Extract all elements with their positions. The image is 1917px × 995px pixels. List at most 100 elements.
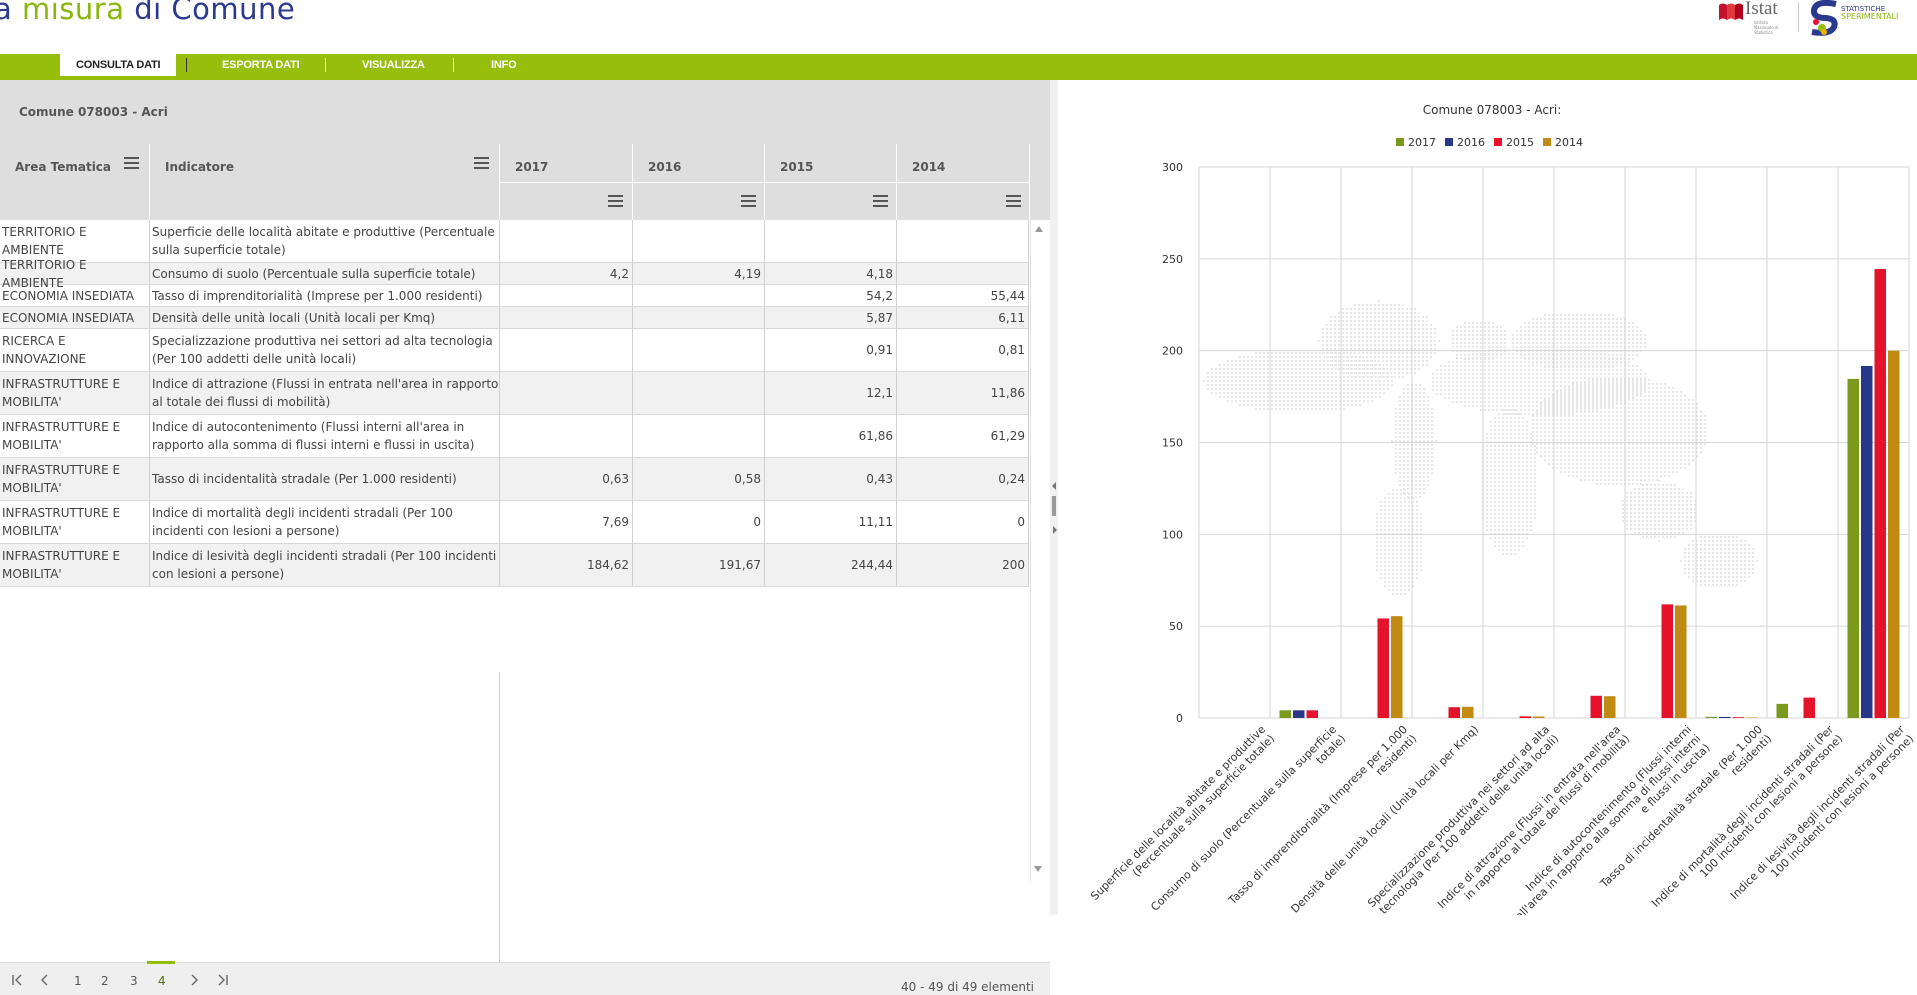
map-dot [1728, 584, 1730, 586]
hamburger-menu-icon[interactable] [124, 157, 139, 169]
hamburger-menu-icon[interactable] [741, 195, 756, 207]
column-header-2014[interactable]: 2014 [897, 144, 1030, 220]
scroll-up-icon[interactable] [1035, 226, 1043, 232]
table-row[interactable]: INFRASTRUTTURE E MOBILITA'Indice di auto… [0, 415, 1029, 458]
map-dot [1608, 383, 1610, 385]
map-dot [1376, 557, 1378, 559]
nav-visualizza[interactable]: VISUALIZZA [362, 54, 425, 76]
first-page-icon[interactable] [10, 973, 24, 987]
legend-label: 2016 [1457, 136, 1485, 149]
legend-item-2015[interactable]: 2015 [1494, 136, 1534, 149]
map-dot [1420, 513, 1422, 515]
page-link[interactable]: 2 [101, 974, 109, 988]
table-row[interactable]: INFRASTRUTTURE E MOBILITA'Indice di attr… [0, 372, 1029, 415]
hamburger-menu-icon[interactable] [873, 195, 888, 207]
map-dot [1652, 479, 1654, 481]
map-dot [1640, 471, 1642, 473]
column-header-area[interactable]: Area Tematica [0, 144, 150, 220]
vertical-scrollbar[interactable] [1030, 220, 1048, 882]
map-dot [1652, 443, 1654, 445]
istat-logo[interactable]: Istat Istituto Nazionale di Statistica [1718, 0, 1778, 36]
nav-consulta-dati[interactable]: CONSULTA DATI [60, 54, 176, 76]
map-dot [1490, 429, 1492, 431]
page-link-active[interactable]: 4 [158, 974, 166, 988]
next-page-icon[interactable] [187, 973, 201, 987]
legend-item-2016[interactable]: 2016 [1445, 136, 1485, 149]
hamburger-menu-icon[interactable] [474, 157, 489, 169]
column-header-indicator[interactable]: Indicatore [150, 144, 500, 220]
map-dot [1656, 419, 1658, 421]
map-dot [1319, 360, 1321, 362]
map-dot [1251, 372, 1253, 374]
table-row[interactable]: INFRASTRUTTURE E MOBILITA'Indice di mort… [0, 501, 1029, 544]
last-page-icon[interactable] [216, 973, 230, 987]
map-dot [1496, 342, 1498, 344]
splitter-grip[interactable] [1052, 496, 1056, 516]
hamburger-menu-icon[interactable] [1006, 195, 1021, 207]
statistiche-sperimentali-logo[interactable]: STATISTICHE SPERIMENTALI [1808, 0, 1917, 36]
map-dot [1415, 416, 1417, 418]
map-dot [1628, 322, 1630, 324]
map-dot [1536, 415, 1538, 417]
nav-info[interactable]: INFO [491, 54, 516, 76]
map-dot [1502, 433, 1504, 435]
map-dot [1604, 354, 1606, 356]
map-dot [1580, 387, 1582, 389]
map-dot [1664, 475, 1666, 477]
table-row[interactable]: INFRASTRUTTURE E MOBILITA'Tasso di incid… [0, 458, 1029, 501]
table-row[interactable]: ECONOMIA INSEDIATADensità delle unità lo… [0, 307, 1029, 329]
map-dot [1380, 513, 1382, 515]
prev-page-icon[interactable] [38, 973, 52, 987]
table-row[interactable]: ECONOMIA INSEDIATATasso di imprenditoria… [0, 285, 1029, 307]
map-dot [1612, 479, 1614, 481]
map-dot [1556, 439, 1558, 441]
map-dot [1338, 324, 1340, 326]
map-dot [1476, 385, 1478, 387]
map-dot [1518, 485, 1520, 487]
column-header-2017[interactable]: 2017 [500, 144, 633, 220]
map-dot [1490, 465, 1492, 467]
map-dot [1358, 360, 1360, 362]
table-row[interactable]: RICERCA E INNOVAZIONESpecializzazione pr… [0, 329, 1029, 372]
map-dot [1408, 493, 1410, 495]
scroll-down-icon[interactable] [1034, 866, 1042, 872]
panel-splitter[interactable] [1050, 80, 1058, 915]
map-dot [1468, 365, 1470, 367]
map-dot [1346, 324, 1348, 326]
brand-logo[interactable]: a misura di Comune [0, 0, 295, 26]
map-dot [1392, 505, 1394, 507]
map-dot [1395, 408, 1397, 410]
legend-item-2014[interactable]: 2014 [1543, 136, 1583, 149]
map-dot [1524, 365, 1526, 367]
table-row[interactable]: TERRITORIO E AMBIENTEConsumo di suolo (P… [0, 263, 1029, 285]
map-dot [1255, 380, 1257, 382]
map-dot [1510, 453, 1512, 455]
nav-esporta-dati[interactable]: ESPORTA DATI [222, 54, 299, 76]
collapse-left-icon[interactable] [1052, 482, 1056, 490]
map-dot [1678, 512, 1680, 514]
collapse-right-icon[interactable] [1053, 526, 1057, 534]
table-row[interactable]: TERRITORIO E AMBIENTESuperficie delle lo… [0, 220, 1029, 263]
map-dot [1464, 342, 1466, 344]
map-dot [1392, 557, 1394, 559]
map-dot [1572, 413, 1574, 415]
map-dot [1510, 485, 1512, 487]
map-dot [1488, 346, 1490, 348]
legend-item-2017[interactable]: 2017 [1396, 136, 1436, 149]
map-dot [1514, 449, 1516, 451]
column-header-2016[interactable]: 2016 [633, 144, 765, 220]
map-dot [1666, 528, 1668, 530]
map-dot [1334, 340, 1336, 342]
map-dot [1528, 346, 1530, 348]
hamburger-menu-icon[interactable] [608, 195, 623, 207]
map-dot [1720, 548, 1722, 550]
map-dot [1720, 580, 1722, 582]
page-link[interactable]: 3 [130, 974, 138, 988]
table-row[interactable]: INFRASTRUTTURE E MOBILITA'Indice di lesi… [0, 544, 1029, 587]
map-dot [1430, 324, 1432, 326]
map-dot [1636, 399, 1638, 401]
column-header-2015[interactable]: 2015 [765, 144, 897, 220]
active-page-indicator [147, 961, 175, 964]
page-link[interactable]: 1 [74, 974, 82, 988]
map-dot [1612, 381, 1614, 383]
